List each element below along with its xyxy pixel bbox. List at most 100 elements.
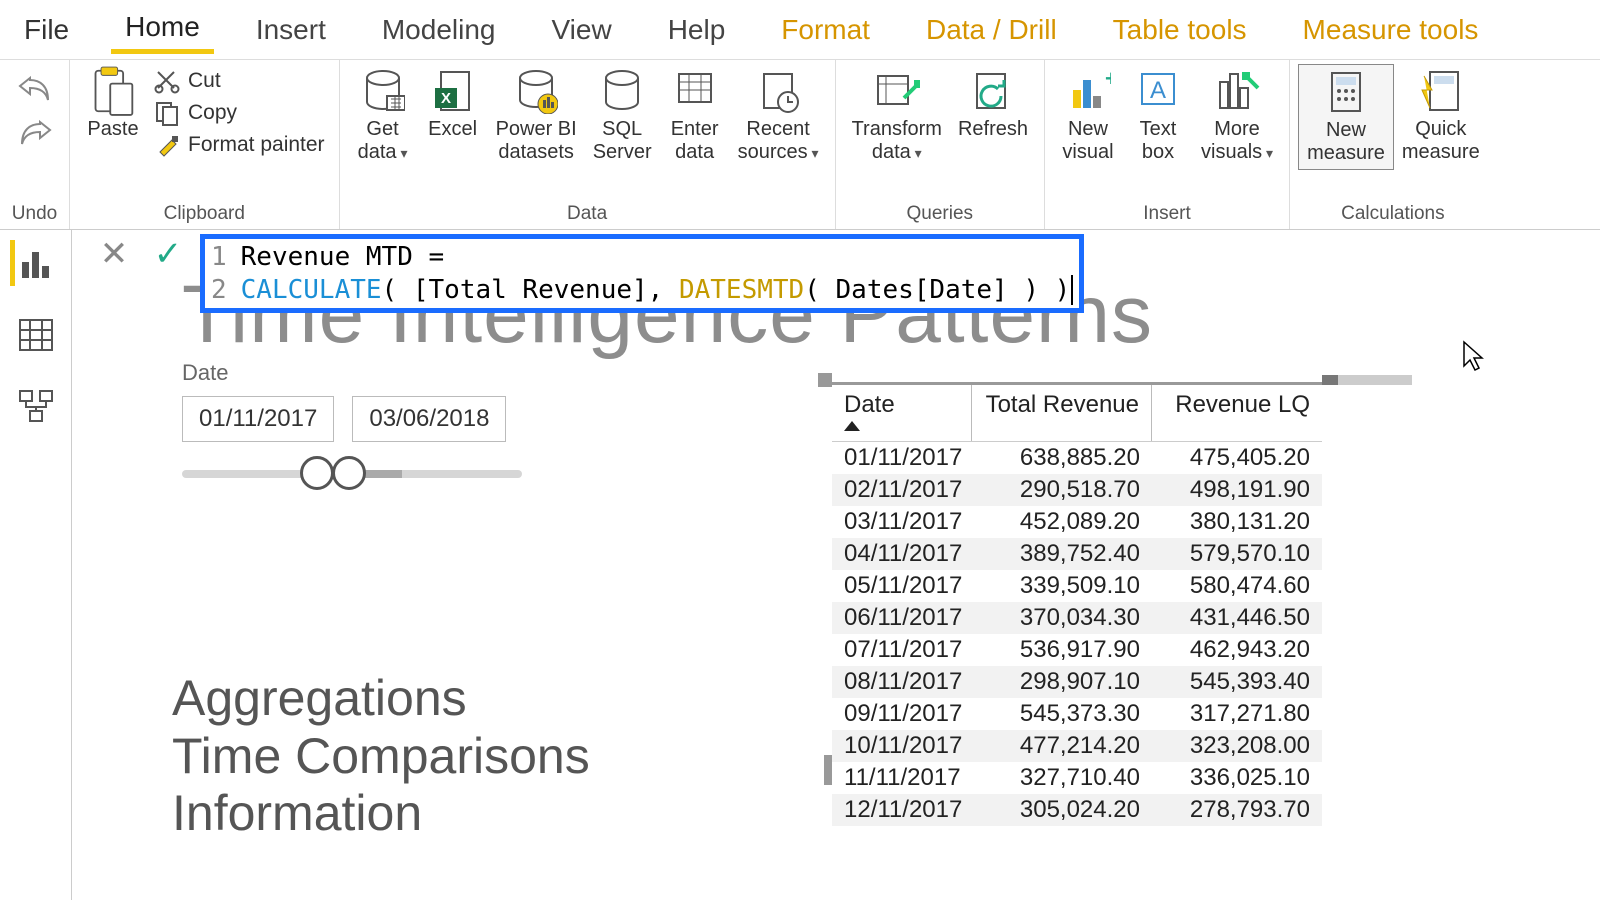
date-slicer[interactable]: Date 01/11/2017 03/06/2018 [182,360,522,478]
table-row[interactable]: 03/11/2017452,089.20380,131.20 [832,506,1322,538]
ribbon-group-insert: + New visual A Text box More visuals Ins… [1045,60,1290,229]
menu-data-drill[interactable]: Data / Drill [912,8,1071,52]
cell-total-revenue: 370,034.30 [972,602,1152,634]
get-data-button[interactable]: Get data [348,64,418,168]
report-view-button[interactable] [10,240,56,286]
cell-revenue-lq: 317,271.80 [1152,698,1322,730]
ribbon-group-queries: Transform data Refresh Queries [836,60,1045,229]
text-box-label: Text box [1140,118,1177,164]
table-row[interactable]: 09/11/2017545,373.30317,271.80 [832,698,1322,730]
refresh-button[interactable]: Refresh [950,64,1036,145]
more-visuals-button[interactable]: More visuals [1193,64,1281,168]
visual-selection-handle[interactable] [824,755,832,785]
slicer-track[interactable] [182,470,522,478]
bookmark-aggregations[interactable]: Aggregations [172,670,590,728]
slicer-handle-right[interactable] [332,456,366,490]
menu-format[interactable]: Format [767,8,884,52]
new-measure-label: New measure [1307,119,1385,165]
slicer-handle-left[interactable] [300,456,334,490]
new-visual-icon: + [1065,68,1111,114]
menu-table-tools[interactable]: Table tools [1099,8,1261,52]
cell-total-revenue: 477,214.20 [972,730,1152,762]
menu-measure-tools[interactable]: Measure tools [1289,8,1493,52]
copy-label: Copy [188,101,237,125]
pbi-datasets-button[interactable]: Power BI datasets [488,64,585,168]
visual-selection-handle[interactable] [818,373,832,387]
table-row[interactable]: 05/11/2017339,509.10580,474.60 [832,570,1322,602]
cell-date: 07/11/2017 [832,634,972,666]
menu-help[interactable]: Help [654,8,740,52]
cell-total-revenue: 389,752.40 [972,538,1152,570]
format-painter-button[interactable]: Format painter [154,132,325,158]
more-visuals-label: More visuals [1201,118,1273,164]
cell-total-revenue: 638,885.20 [972,442,1152,474]
new-measure-button[interactable]: New measure [1298,64,1394,170]
recent-sources-button[interactable]: Recent sources [730,64,827,168]
sql-server-label: SQL Server [593,118,652,164]
data-view-button[interactable] [13,312,59,358]
model-view-button[interactable] [13,384,59,430]
sql-server-button[interactable]: SQL Server [585,64,660,168]
header-total-revenue[interactable]: Total Revenue [972,385,1152,441]
menu-file[interactable]: File [10,8,83,52]
text-box-button[interactable]: A Text box [1123,64,1193,168]
menu-modeling[interactable]: Modeling [368,8,510,52]
cell-revenue-lq: 431,446.50 [1152,602,1322,634]
table-row[interactable]: 07/11/2017536,917.90462,943.20 [832,634,1322,666]
transform-data-button[interactable]: Transform data [844,64,950,168]
cut-button[interactable]: Cut [154,68,325,94]
table-row[interactable]: 01/11/2017638,885.20475,405.20 [832,442,1322,474]
enter-data-button[interactable]: Enter data [660,64,730,168]
undo-icon [18,74,52,102]
cell-revenue-lq: 323,208.00 [1152,730,1322,762]
quick-measure-label: Quick measure [1402,118,1480,164]
slicer-date-from[interactable]: 01/11/2017 [182,396,334,442]
formula-cancel-button[interactable]: ✕ [92,234,136,274]
excel-label: Excel [428,118,477,141]
copy-icon [154,100,180,126]
formula-editor[interactable]: 12 Revenue MTD =CALCULATE( [Total Revenu… [200,234,1084,313]
menu-view[interactable]: View [538,8,626,52]
bookmark-information[interactable]: Information [172,785,590,843]
transform-data-label: Transform data [852,118,942,164]
paste-icon [90,68,136,114]
redo-button[interactable] [10,110,60,154]
table-row[interactable]: 10/11/2017477,214.20323,208.00 [832,730,1322,762]
cell-date: 08/11/2017 [832,666,972,698]
ribbon-group-label: Undo [12,199,57,229]
table-row[interactable]: 06/11/2017370,034.30431,446.50 [832,602,1322,634]
view-switcher [0,230,72,900]
table-row[interactable]: 11/11/2017327,710.40336,025.10 [832,762,1322,794]
header-date[interactable]: Date [832,385,972,441]
copy-button[interactable]: Copy [154,100,325,126]
recent-sources-label: Recent sources [738,118,819,164]
svg-text:A: A [1150,77,1166,104]
cell-total-revenue: 545,373.30 [972,698,1152,730]
cell-revenue-lq: 336,025.10 [1152,762,1322,794]
table-row[interactable]: 08/11/2017298,907.10545,393.40 [832,666,1322,698]
visual-scrollbar[interactable] [1322,375,1412,385]
cell-revenue-lq: 278,793.70 [1152,794,1322,826]
quick-measure-button[interactable]: Quick measure [1394,64,1488,168]
formula-commit-button[interactable]: ✓ [146,234,190,274]
scrollbar-thumb[interactable] [1322,375,1338,385]
bookmark-time-comparisons[interactable]: Time Comparisons [172,728,590,786]
table-row[interactable]: 04/11/2017389,752.40579,570.10 [832,538,1322,570]
table-visual[interactable]: Date Total Revenue Revenue LQ 01/11/2017… [832,382,1322,826]
cell-date: 11/11/2017 [832,762,972,794]
cell-date: 04/11/2017 [832,538,972,570]
table-row[interactable]: 02/11/2017290,518.70498,191.90 [832,474,1322,506]
bookmark-list: Aggregations Time Comparisons Informatio… [172,670,590,843]
ribbon-group-label: Calculations [1298,199,1488,229]
excel-icon: X [430,68,476,114]
slicer-date-to[interactable]: 03/06/2018 [352,396,506,442]
new-visual-button[interactable]: + New visual [1053,64,1123,168]
menu-insert[interactable]: Insert [242,8,340,52]
header-revenue-lq[interactable]: Revenue LQ [1152,385,1322,441]
excel-button[interactable]: X Excel [418,64,488,145]
transform-data-icon [874,68,920,114]
table-row[interactable]: 12/11/2017305,024.20278,793.70 [832,794,1322,826]
undo-button[interactable] [10,66,60,110]
paste-button[interactable]: Paste [78,64,148,145]
menu-home[interactable]: Home [111,5,214,54]
